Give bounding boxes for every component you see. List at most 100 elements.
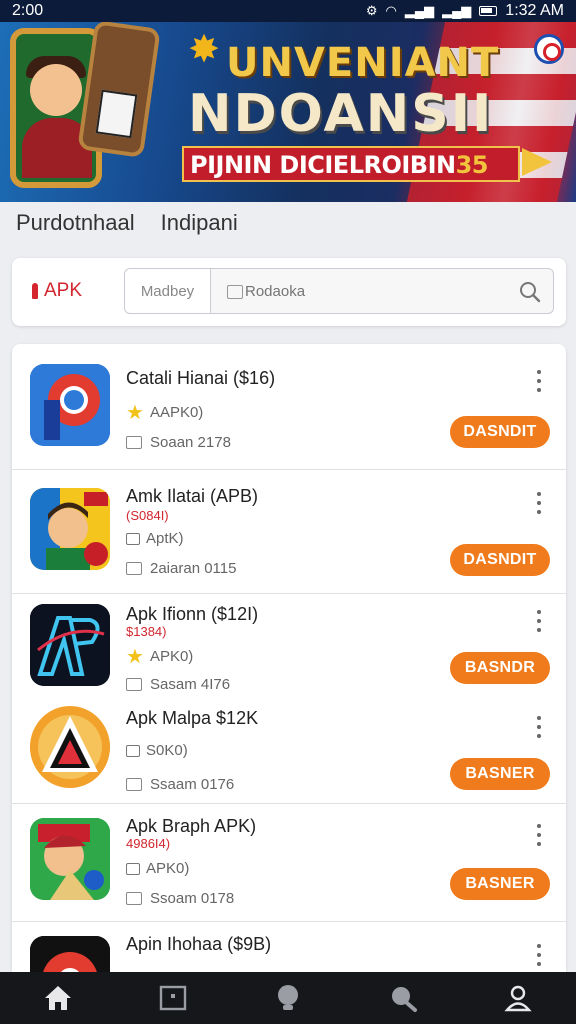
banner-title-line2: NDOANSII [188,84,494,144]
app-price: (S084I) [126,508,169,523]
search-nav-icon [392,987,418,1012]
list-item[interactable]: Apk Ifionn ($12I) $1384) ★ APK0) Sasam 4… [12,594,566,698]
search-bar: APK Madbey [12,258,566,326]
app-rating: ★ AAPK0) [126,400,203,425]
calendar-icon [227,285,243,299]
grid-icon [159,985,186,1011]
app-rating: S0K0) [126,742,188,759]
rating-text: APK0) [149,648,194,665]
download-button[interactable]: BASNDR [450,652,550,684]
more-icon[interactable] [534,370,544,392]
list-item[interactable]: Catali Hianai ($16) ★ AAPK0) Soaan 2178 … [12,344,566,470]
search-icon[interactable] [519,281,541,303]
rating-text: APK0) [146,860,190,877]
rating-text: AptK) [146,530,184,547]
triangle-logo-icon [30,706,110,788]
app-name: Catali Hianai ($16) [126,368,276,388]
app-date: Sasam 4I76 [126,676,230,693]
pin-icon [32,283,38,299]
ribbon-text: PIJNIN DICIELROIBIN [190,151,456,179]
promo-banner[interactable]: ✸ UNVENIANT NDOANSII PIJNIN DICIELROIBIN… [0,0,576,202]
cartoon-game-icon [30,818,110,900]
signal-icon: ▂▄▆ [404,3,435,18]
star-icon: ★ [126,646,144,668]
download-button[interactable]: BASNER [450,868,550,900]
app-name: Apk Braph APK) [126,816,257,836]
list-item[interactable]: Apk Malpa $12K S0K0) Ssaam 0176 BASNER [12,698,566,804]
rating-text: AAPK0) [149,404,204,421]
status-bar: 2:00 ⚙ ◠ ▂▄▆ ▂▄▆ 1:32 AM [0,0,576,22]
app-list: Catali Hianai ($16) ★ AAPK0) Soaan 2178 … [12,344,566,972]
wifi-icon: ◠ [385,3,397,18]
more-icon[interactable] [534,610,544,632]
tag-icon [126,532,140,545]
nav-home[interactable] [34,978,82,1018]
list-item[interactable]: Apk Braph APK) 4986I4) APK0) Ssoam 0178 … [12,804,566,922]
date-text: Soaan 2178 [150,434,231,451]
app-rating: APK0) [126,860,189,877]
ribbon-number: 35 [455,151,489,179]
cartoon-face-icon [30,488,110,570]
list-item[interactable]: Amk Ilatai (APB) (S084I) AptK) 2aiaran 0… [12,470,566,594]
bottom-nav [0,972,576,1024]
app-date: Soaan 2178 [126,434,231,451]
more-icon[interactable] [534,492,544,514]
more-icon[interactable] [534,716,544,738]
app-date: Ssoam 0178 [126,890,234,907]
banner-title-line1: UNVENIANT [226,40,500,86]
download-button[interactable]: DASNDIT [450,544,550,576]
app-rating: AptK) [126,530,184,547]
search-input[interactable] [211,269,553,313]
date-text: 2aiaran 0115 [150,560,237,577]
star-icon: ★ [126,402,144,424]
tag-icon [126,862,140,875]
nav-apps[interactable] [149,978,197,1018]
nav-search[interactable] [379,978,427,1018]
calendar-icon [126,892,142,905]
list-item[interactable]: Apin Ihohaa ($9B) [12,922,566,972]
calendar-icon [126,778,142,791]
app-date: 2aiaran 0115 [126,560,236,577]
arrow-icon [522,148,552,176]
home-icon [44,986,71,1010]
date-text: Ssoam 0178 [150,890,235,907]
search-field: Madbey [124,268,554,314]
apk-filter-label: APK [44,280,83,301]
settings-icon: ⚙ [365,3,378,18]
battery-icon [479,6,498,16]
page-title: Purdotnhaal [16,210,135,235]
app-date: Ssaam 0176 [126,776,234,793]
nav-profile[interactable] [494,978,542,1018]
download-button[interactable]: DASNDIT [450,416,550,448]
status-time: 2:00 [12,2,44,19]
nav-games[interactable] [264,978,312,1018]
app-name: Amk Ilatai (APB) [126,486,259,506]
brand-badge-icon [534,34,564,64]
calendar-icon [126,436,142,449]
app-price: 4986I4) [126,836,171,851]
rating-text: S0K0) [146,742,188,759]
tag-icon [126,744,140,757]
date-text: Sasam 4I76 [150,676,231,693]
calendar-icon [126,678,142,691]
date-text: Ssaam 0176 [150,776,235,793]
burst-icon: ✸ [188,29,220,71]
sort-select[interactable]: Madbey [125,269,211,313]
page-header: Purdotnhaal Indipani [16,210,238,236]
calendar-icon [126,562,142,575]
pin-icon [277,985,298,1010]
chrome-like-icon [30,364,110,446]
app-name: Apk Ifionn ($12I) [126,604,259,624]
signal2-icon: ▂▄▆ [442,3,472,18]
apk-filter-button[interactable]: APK [32,280,82,302]
page-subtitle[interactable]: Indipani [161,210,238,236]
app-price: $1384) [126,624,167,639]
chrome-icon [30,936,110,972]
status-clock: 1:32 AM [505,2,564,19]
more-icon[interactable] [534,824,544,846]
app-name: Apin Ihohaa ($9B) [126,934,272,954]
ap-logo-icon [30,604,110,686]
download-button[interactable]: BASNER [450,758,550,790]
app-name: Apk Malpa $12K [126,708,259,728]
more-icon[interactable] [534,944,544,966]
